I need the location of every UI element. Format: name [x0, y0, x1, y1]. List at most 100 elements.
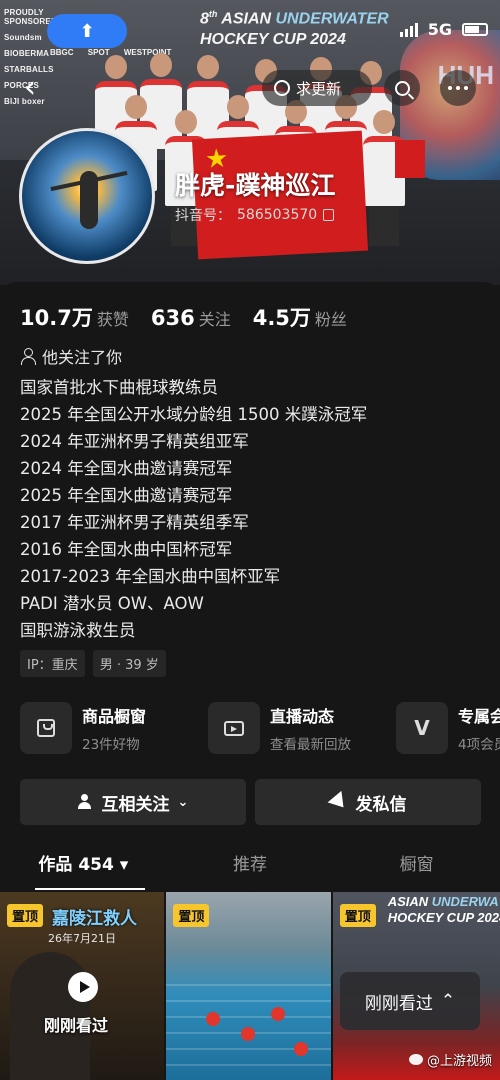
stat-label: 获赞	[96, 310, 129, 329]
event-subtitle: HOCKEY CUP 2024	[200, 31, 346, 49]
profile-card: 10.7万 获赞 636 关注 4.5万 粉丝 他关注了你 国家首批水下曲棍球教练员 …	[0, 282, 500, 1080]
just-viewed-label: 刚刚看过	[44, 1016, 109, 1035]
service-title: 商品橱窗	[82, 707, 147, 726]
video-thumbnail[interactable]: 置顶	[166, 892, 331, 1080]
stat-followers[interactable]: 4.5万 粉丝	[253, 302, 347, 332]
event-title: 8th ASIAN UNDERWATER HOCKEY CUP 2024	[200, 4, 420, 50]
avatar[interactable]	[19, 128, 155, 264]
membership-entry[interactable]: V 专属会员 4项会员权益	[396, 702, 500, 754]
more-options-button[interactable]	[440, 70, 476, 106]
content-tabs: 作品 454 ▾ 推荐 橱窗	[0, 848, 500, 892]
profile-actions: 互相关注 ⌄ 发私信	[20, 779, 481, 825]
dot-icon	[448, 86, 452, 90]
user-check-icon	[77, 794, 94, 810]
thumbnail-title-word: UNDERWA	[431, 894, 499, 909]
mutual-follow-label: 互相关注	[101, 794, 170, 815]
bio-line: 2024 年全国水曲邀请赛冠军	[20, 459, 233, 478]
refresh-icon	[274, 80, 290, 96]
live-tv-icon	[224, 720, 244, 736]
service-title: 直播动态	[270, 707, 335, 726]
event-edition-suffix: th	[208, 9, 218, 19]
service-shortcuts: 商品橱窗 23件好物 直播动态 查看最新回放 V 专属会员 4项会员权益	[20, 702, 500, 754]
stat-likes[interactable]: 10.7万 获赞	[20, 302, 129, 332]
bio-line: 2024 年亚洲杯男子精英组亚军	[20, 432, 249, 451]
dot-icon	[456, 86, 460, 90]
send-message-button[interactable]: 发私信	[255, 779, 481, 825]
service-subtitle: 23件好物	[82, 737, 140, 753]
tab-recommended[interactable]: 推荐	[167, 848, 334, 892]
event-word-asian: ASIAN	[221, 10, 272, 28]
search-icon	[394, 80, 410, 96]
request-update-button[interactable]: 求更新	[262, 70, 372, 106]
stat-following[interactable]: 636 关注	[151, 306, 231, 330]
membership-v-icon: V	[414, 716, 430, 740]
status-indicators: 5G	[399, 20, 488, 39]
copy-icon[interactable]	[323, 209, 335, 221]
bio-line: 国家首批水下曲棍球教练员	[20, 378, 218, 397]
network-type: 5G	[427, 20, 452, 39]
pinned-badge: 置顶	[339, 904, 376, 927]
chevron-down-icon: ⌄	[177, 794, 189, 810]
pinned-badge: 置顶	[173, 904, 210, 927]
mutual-follow-button[interactable]: 互相关注 ⌄	[20, 779, 246, 825]
stat-number: 4.5万	[252, 306, 311, 330]
bio-line: 2017-2023 年全国水曲中国杯亚军	[20, 567, 281, 586]
user-icon	[20, 347, 36, 365]
bio-line: 国职游泳救生员	[20, 621, 136, 640]
watermark-text: @上游视频	[426, 1054, 492, 1069]
source-watermark: @上游视频	[408, 1050, 492, 1069]
bio-line: 2025 年全国水曲邀请赛冠军	[20, 486, 233, 505]
shop-window-entry[interactable]: 商品橱窗 23件好物	[20, 702, 180, 754]
status-pill: ⬆	[47, 14, 127, 48]
profile-stats: 10.7万 获赞 636 关注 4.5万 粉丝	[20, 302, 347, 332]
request-update-label: 求更新	[296, 79, 342, 98]
signal-icon	[399, 22, 418, 37]
thumbnail-title-word: ASIAN	[387, 894, 429, 909]
stat-label: 粉丝	[314, 310, 347, 329]
service-subtitle: 查看最新回放	[270, 737, 351, 753]
douyin-id-value: 586503570	[237, 207, 318, 223]
douyin-id-label: 抖音号：	[175, 208, 231, 224]
service-title: 专属会员	[458, 707, 500, 726]
douyin-id[interactable]: 抖音号： 586503570	[175, 205, 335, 225]
small-flag	[395, 140, 425, 178]
shopping-bag-icon	[37, 719, 55, 737]
live-updates-entry[interactable]: 直播动态 查看最新回放	[208, 702, 368, 754]
send-icon	[327, 790, 350, 814]
battery-icon	[462, 23, 488, 36]
back-arrow-icon: ‹	[24, 70, 36, 105]
profile-bio: 国家首批水下曲棍球教练员 2025 年全国公开水域分龄组 1500 米蹼泳冠军 …	[20, 374, 480, 644]
gender-age-tag: 男 · 39 岁	[92, 650, 166, 677]
bio-line: PADI 潜水员 OW、AOW	[20, 594, 204, 613]
video-caption: 嘉陵江救人	[52, 909, 137, 928]
thumbnail-title-line2: HOCKEY CUP 2024	[387, 910, 500, 925]
event-edition: 8	[200, 10, 209, 28]
profile-banner: PROUDLY SPONSORED Soundsm BIOBERMA STARB…	[0, 0, 500, 285]
search-button[interactable]	[384, 70, 420, 106]
stat-number: 636	[150, 306, 195, 330]
ip-location-tag: IP：重庆	[20, 650, 85, 677]
back-button[interactable]: ‹	[24, 73, 54, 103]
video-thumbnail[interactable]: 置顶 嘉陵江救人 26年7月21日 刚刚看过	[0, 892, 165, 1080]
pinned-badge: 置顶	[7, 904, 44, 927]
active-tab-indicator	[35, 888, 145, 890]
pool-lanes	[166, 972, 331, 1080]
follows-you-note: 他关注了你	[20, 344, 122, 368]
tab-showcase[interactable]: 橱窗	[333, 848, 500, 892]
tab-works[interactable]: 作品 454 ▾	[0, 848, 167, 892]
profile-tags: IP：重庆 男 · 39 岁	[20, 650, 166, 677]
jump-to-last-viewed-button[interactable]: 刚刚看过 ⌃	[340, 972, 480, 1030]
navigation-icon: ⬆	[79, 20, 95, 42]
bio-line: 2016 年全国水曲中国杯冠军	[20, 540, 233, 559]
event-word-underwater: UNDERWATER	[275, 10, 389, 28]
stat-label: 关注	[198, 310, 231, 329]
send-message-label: 发私信	[355, 794, 407, 815]
follows-you-label: 他关注了你	[42, 348, 123, 367]
sponsor-logo: BBGC	[50, 48, 74, 57]
avatar-diver	[80, 171, 98, 229]
last-viewed-label: 刚刚看过	[364, 993, 433, 1014]
chevron-up-icon: ⌃	[440, 991, 456, 1011]
play-icon	[68, 972, 98, 1002]
dot-icon	[464, 86, 468, 90]
profile-username: 胖虎-蹼神巡江	[175, 171, 336, 200]
